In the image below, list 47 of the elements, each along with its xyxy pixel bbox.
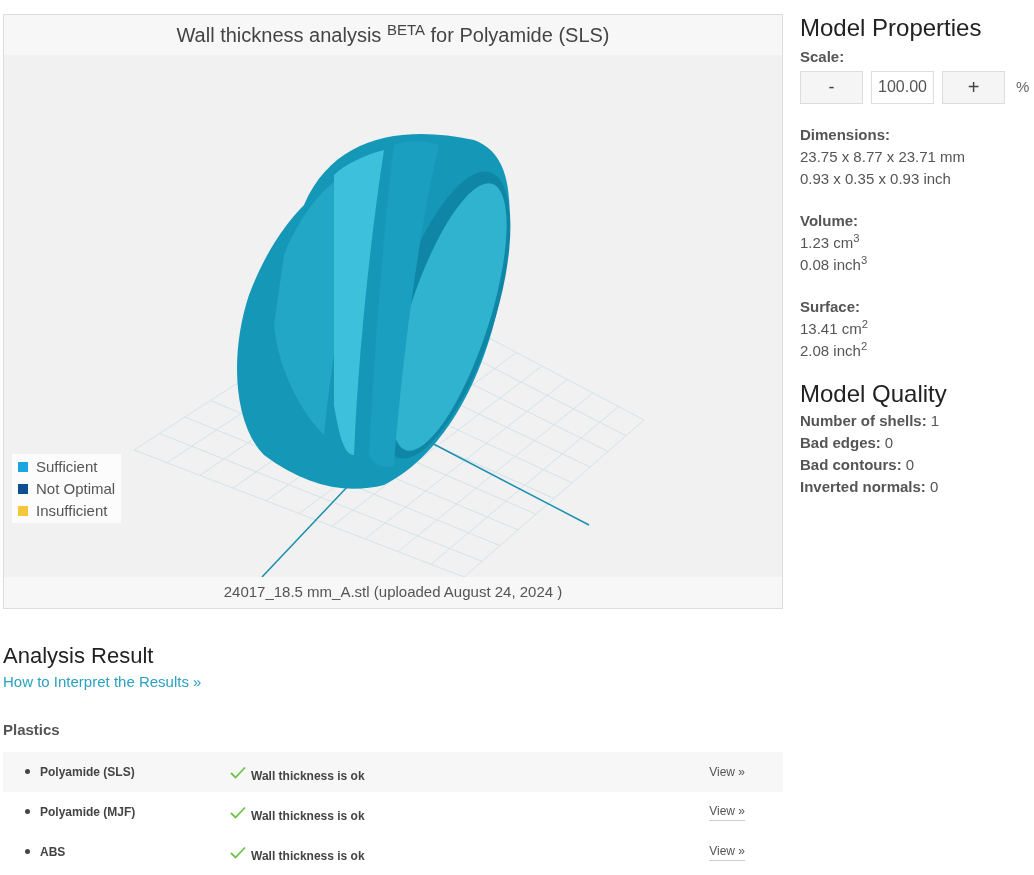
quality-label: Bad contours: bbox=[800, 454, 902, 475]
section-heading: Analysis Result bbox=[3, 642, 155, 670]
quality-value: 0 bbox=[884, 432, 894, 453]
legend-label: Insufficient bbox=[36, 501, 108, 520]
check-icon bbox=[230, 806, 246, 819]
quality-value: 1 bbox=[930, 410, 940, 431]
property-value: 23.75 x 8.77 x 23.71 mm bbox=[800, 146, 967, 167]
legend-label: Not Optimal bbox=[36, 479, 116, 498]
viewer-title: Wall thickness analysis $^{BETA}$ for Polyamide (SLS) bbox=[176, 20, 610, 48]
bullet-icon bbox=[25, 809, 30, 814]
status-text: Wall thickness is ok bbox=[251, 847, 366, 865]
property-label: Volume: bbox=[800, 210, 860, 231]
file-caption: 24017_18.5 mm_A.stl (uploaded August 24, 2024 ) bbox=[223, 582, 563, 603]
check-icon bbox=[230, 766, 246, 779]
scale-label: Scale: bbox=[800, 47, 846, 67]
decrease-button[interactable]: - bbox=[800, 70, 863, 104]
material-name: Polyamide (SLS) bbox=[40, 763, 136, 781]
scale-input[interactable]: 100.00 bbox=[871, 70, 934, 104]
property-label: Surface: bbox=[800, 296, 862, 317]
property-label: Dimensions: bbox=[800, 124, 891, 145]
quality-label: Bad edges: bbox=[800, 432, 881, 453]
result-row[interactable]: Polyamide (SLS) Wall thickness is ok View » bbox=[3, 751, 783, 792]
section-heading: Model Properties bbox=[800, 14, 983, 42]
view-link[interactable]: View » bbox=[709, 842, 745, 861]
property-value: 1.23 cm$^{3}$ bbox=[800, 231, 861, 253]
legend-label: Sufficient bbox=[36, 457, 98, 476]
quality-value: 0 bbox=[929, 476, 939, 497]
property-value: 0.08 inch$^{3}$ bbox=[800, 253, 869, 275]
quality-label: Inverted normals: bbox=[800, 476, 926, 497]
quality-value: 0 bbox=[905, 454, 914, 475]
bullet-icon bbox=[25, 769, 30, 774]
material-name: Polyamide (MJF) bbox=[40, 803, 137, 821]
material-name: ABS bbox=[40, 843, 67, 861]
bullet-icon bbox=[25, 849, 30, 854]
quality-label: Number of shells: bbox=[800, 410, 927, 431]
category-heading: Plastics bbox=[3, 720, 61, 740]
property-value: 0.93 x 0.35 x 0.93 inch bbox=[800, 168, 952, 189]
increase-button[interactable]: + bbox=[942, 70, 1005, 104]
property-value: 2.08 inch$^{2}$ bbox=[800, 339, 869, 361]
check-icon bbox=[230, 846, 246, 859]
property-value: 13.41 cm$^{2}$ bbox=[800, 317, 869, 339]
section-heading: Model Quality bbox=[800, 379, 948, 408]
view-link[interactable]: View » bbox=[709, 762, 745, 781]
status-text: Wall thickness is ok bbox=[251, 767, 366, 785]
status-text: Wall thickness is ok bbox=[251, 807, 366, 825]
unit-label: % bbox=[1016, 76, 1030, 97]
view-link[interactable]: View » bbox=[709, 802, 745, 821]
